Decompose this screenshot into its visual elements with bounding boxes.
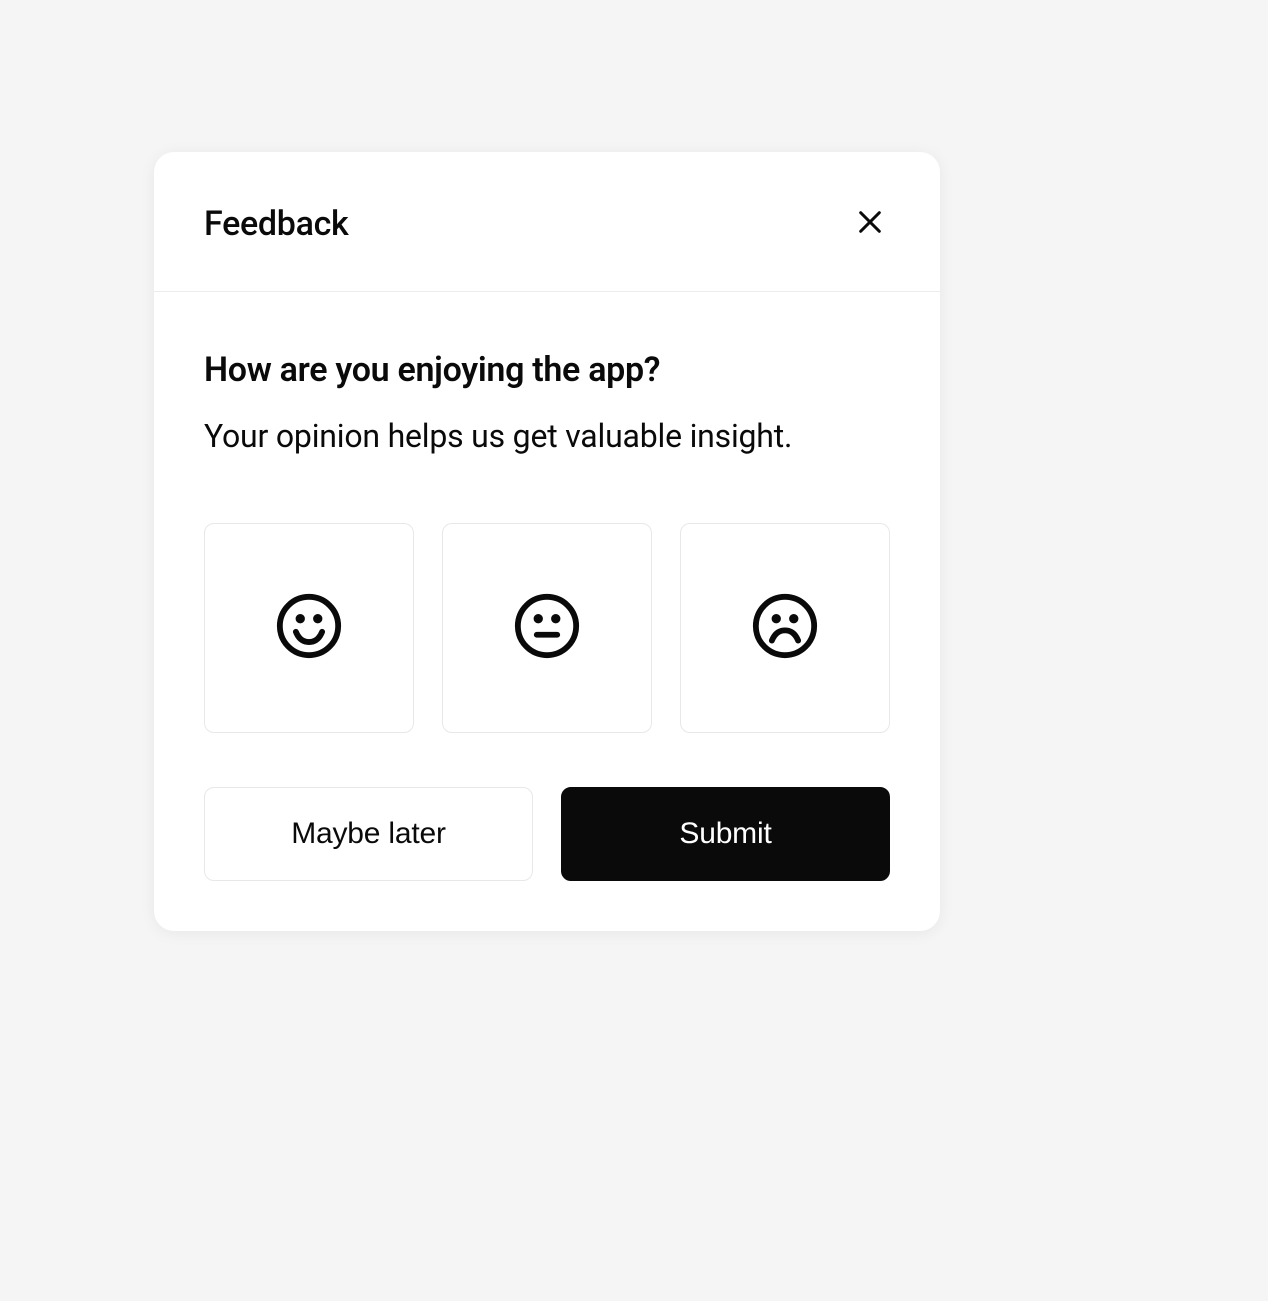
submit-button[interactable]: Submit [561, 787, 890, 881]
modal-body: How are you enjoying the app? Your opini… [154, 292, 940, 931]
rating-options [204, 523, 890, 733]
feedback-subtext: Your opinion helps us get valuable insig… [204, 414, 890, 459]
maybe-later-button[interactable]: Maybe later [204, 787, 533, 881]
happy-face-icon [274, 591, 344, 664]
rating-option-neutral[interactable] [442, 523, 652, 733]
feedback-question: How are you enjoying the app? [204, 350, 890, 390]
close-button[interactable] [850, 202, 890, 245]
rating-option-happy[interactable] [204, 523, 414, 733]
close-icon [854, 206, 886, 241]
modal-actions: Maybe later Submit [204, 787, 890, 881]
feedback-modal: Feedback How are you enjoying the app? Y… [154, 152, 940, 931]
sad-face-icon [750, 591, 820, 664]
modal-header: Feedback [154, 152, 940, 292]
rating-option-sad[interactable] [680, 523, 890, 733]
neutral-face-icon [512, 591, 582, 664]
modal-title: Feedback [204, 204, 348, 244]
